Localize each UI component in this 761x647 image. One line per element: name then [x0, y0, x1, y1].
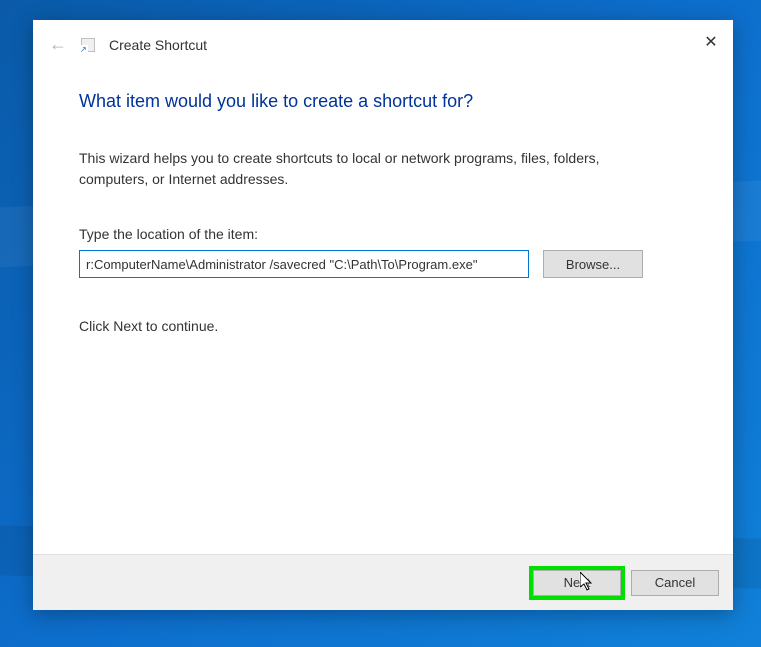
create-shortcut-dialog: ✕ ← Create Shortcut What item would you …: [33, 20, 733, 610]
location-row: Browse...: [79, 250, 687, 278]
location-input[interactable]: [79, 250, 529, 278]
close-button[interactable]: ✕: [701, 32, 721, 52]
location-label: Type the location of the item:: [79, 226, 687, 242]
dialog-header: ← Create Shortcut: [33, 20, 733, 55]
dialog-footer: Next Cancel: [33, 554, 733, 610]
page-heading: What item would you like to create a sho…: [79, 91, 687, 112]
back-arrow-icon: ←: [49, 34, 67, 55]
dialog-content: What item would you like to create a sho…: [33, 55, 733, 554]
close-icon: ✕: [704, 32, 717, 52]
dialog-title: Create Shortcut: [109, 37, 207, 53]
browse-button[interactable]: Browse...: [543, 250, 643, 278]
cancel-button[interactable]: Cancel: [631, 570, 719, 596]
continue-instruction: Click Next to continue.: [79, 318, 687, 334]
next-button[interactable]: Next: [533, 570, 621, 596]
wizard-description: This wizard helps you to create shortcut…: [79, 148, 639, 190]
shortcut-icon: [81, 38, 95, 52]
